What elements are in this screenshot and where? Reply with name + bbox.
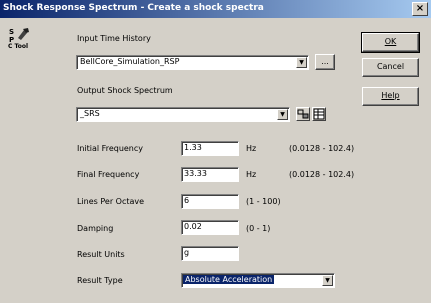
cancel-button[interactable]: Cancel: [362, 58, 419, 77]
title-bar: Shock Response Spectrum - Create a shock…: [0, 0, 431, 18]
chevron-down-icon[interactable]: ▼: [277, 109, 288, 120]
chevron-down-icon[interactable]: ▼: [322, 275, 333, 286]
c-tool-label: C Tool: [8, 43, 29, 50]
result-units-label: Result Units: [77, 250, 125, 259]
initial-frequency-unit: Hz: [246, 144, 257, 153]
lines-per-octave-field[interactable]: 6: [181, 194, 239, 209]
input-time-history-value: BellCore_Simulation_RSP: [80, 57, 180, 66]
result-units-field[interactable]: g: [181, 246, 239, 261]
help-button[interactable]: Help: [362, 87, 419, 106]
damping-label: Damping: [77, 224, 114, 233]
spectrum-table-icon[interactable]: [312, 107, 326, 121]
final-frequency-field[interactable]: 33.33: [181, 167, 239, 182]
spectrum-options-icon[interactable]: [296, 107, 310, 121]
output-shock-spectrum-value: _SRS: [80, 109, 100, 118]
final-frequency-unit: Hz: [246, 170, 257, 179]
output-shock-spectrum-label: Output Shock Spectrum: [77, 86, 173, 95]
final-frequency-label: Final Frequency: [77, 170, 140, 179]
browse-button[interactable]: ...: [315, 54, 335, 70]
result-type-label: Result Type: [77, 276, 123, 285]
initial-frequency-field[interactable]: 1.33: [181, 141, 239, 156]
close-button[interactable]: ×: [412, 2, 428, 16]
output-shock-spectrum-combo[interactable]: _SRS ▼: [76, 107, 290, 122]
result-type-combo[interactable]: Absolute Acceleration ▼: [181, 273, 335, 288]
lines-per-octave-range: (1 - 100): [246, 197, 281, 206]
ok-button[interactable]: OK: [361, 32, 420, 53]
svg-text:S: S: [9, 28, 14, 36]
initial-frequency-range: (0.0128 - 102.4): [289, 144, 355, 153]
window-title: Shock Response Spectrum - Create a shock…: [3, 3, 264, 13]
input-time-history-combo[interactable]: BellCore_Simulation_RSP ▼: [76, 55, 309, 70]
input-time-history-label: Input Time History: [77, 34, 151, 43]
chevron-down-icon[interactable]: ▼: [296, 57, 307, 68]
damping-field[interactable]: 0.02: [181, 220, 239, 235]
lines-per-octave-label: Lines Per Octave: [77, 197, 145, 206]
result-type-value: Absolute Acceleration: [183, 275, 275, 284]
initial-frequency-label: Initial Frequency: [77, 144, 144, 153]
damping-range: (0 - 1): [246, 224, 271, 233]
final-frequency-range: (0.0128 - 102.4): [289, 170, 355, 179]
